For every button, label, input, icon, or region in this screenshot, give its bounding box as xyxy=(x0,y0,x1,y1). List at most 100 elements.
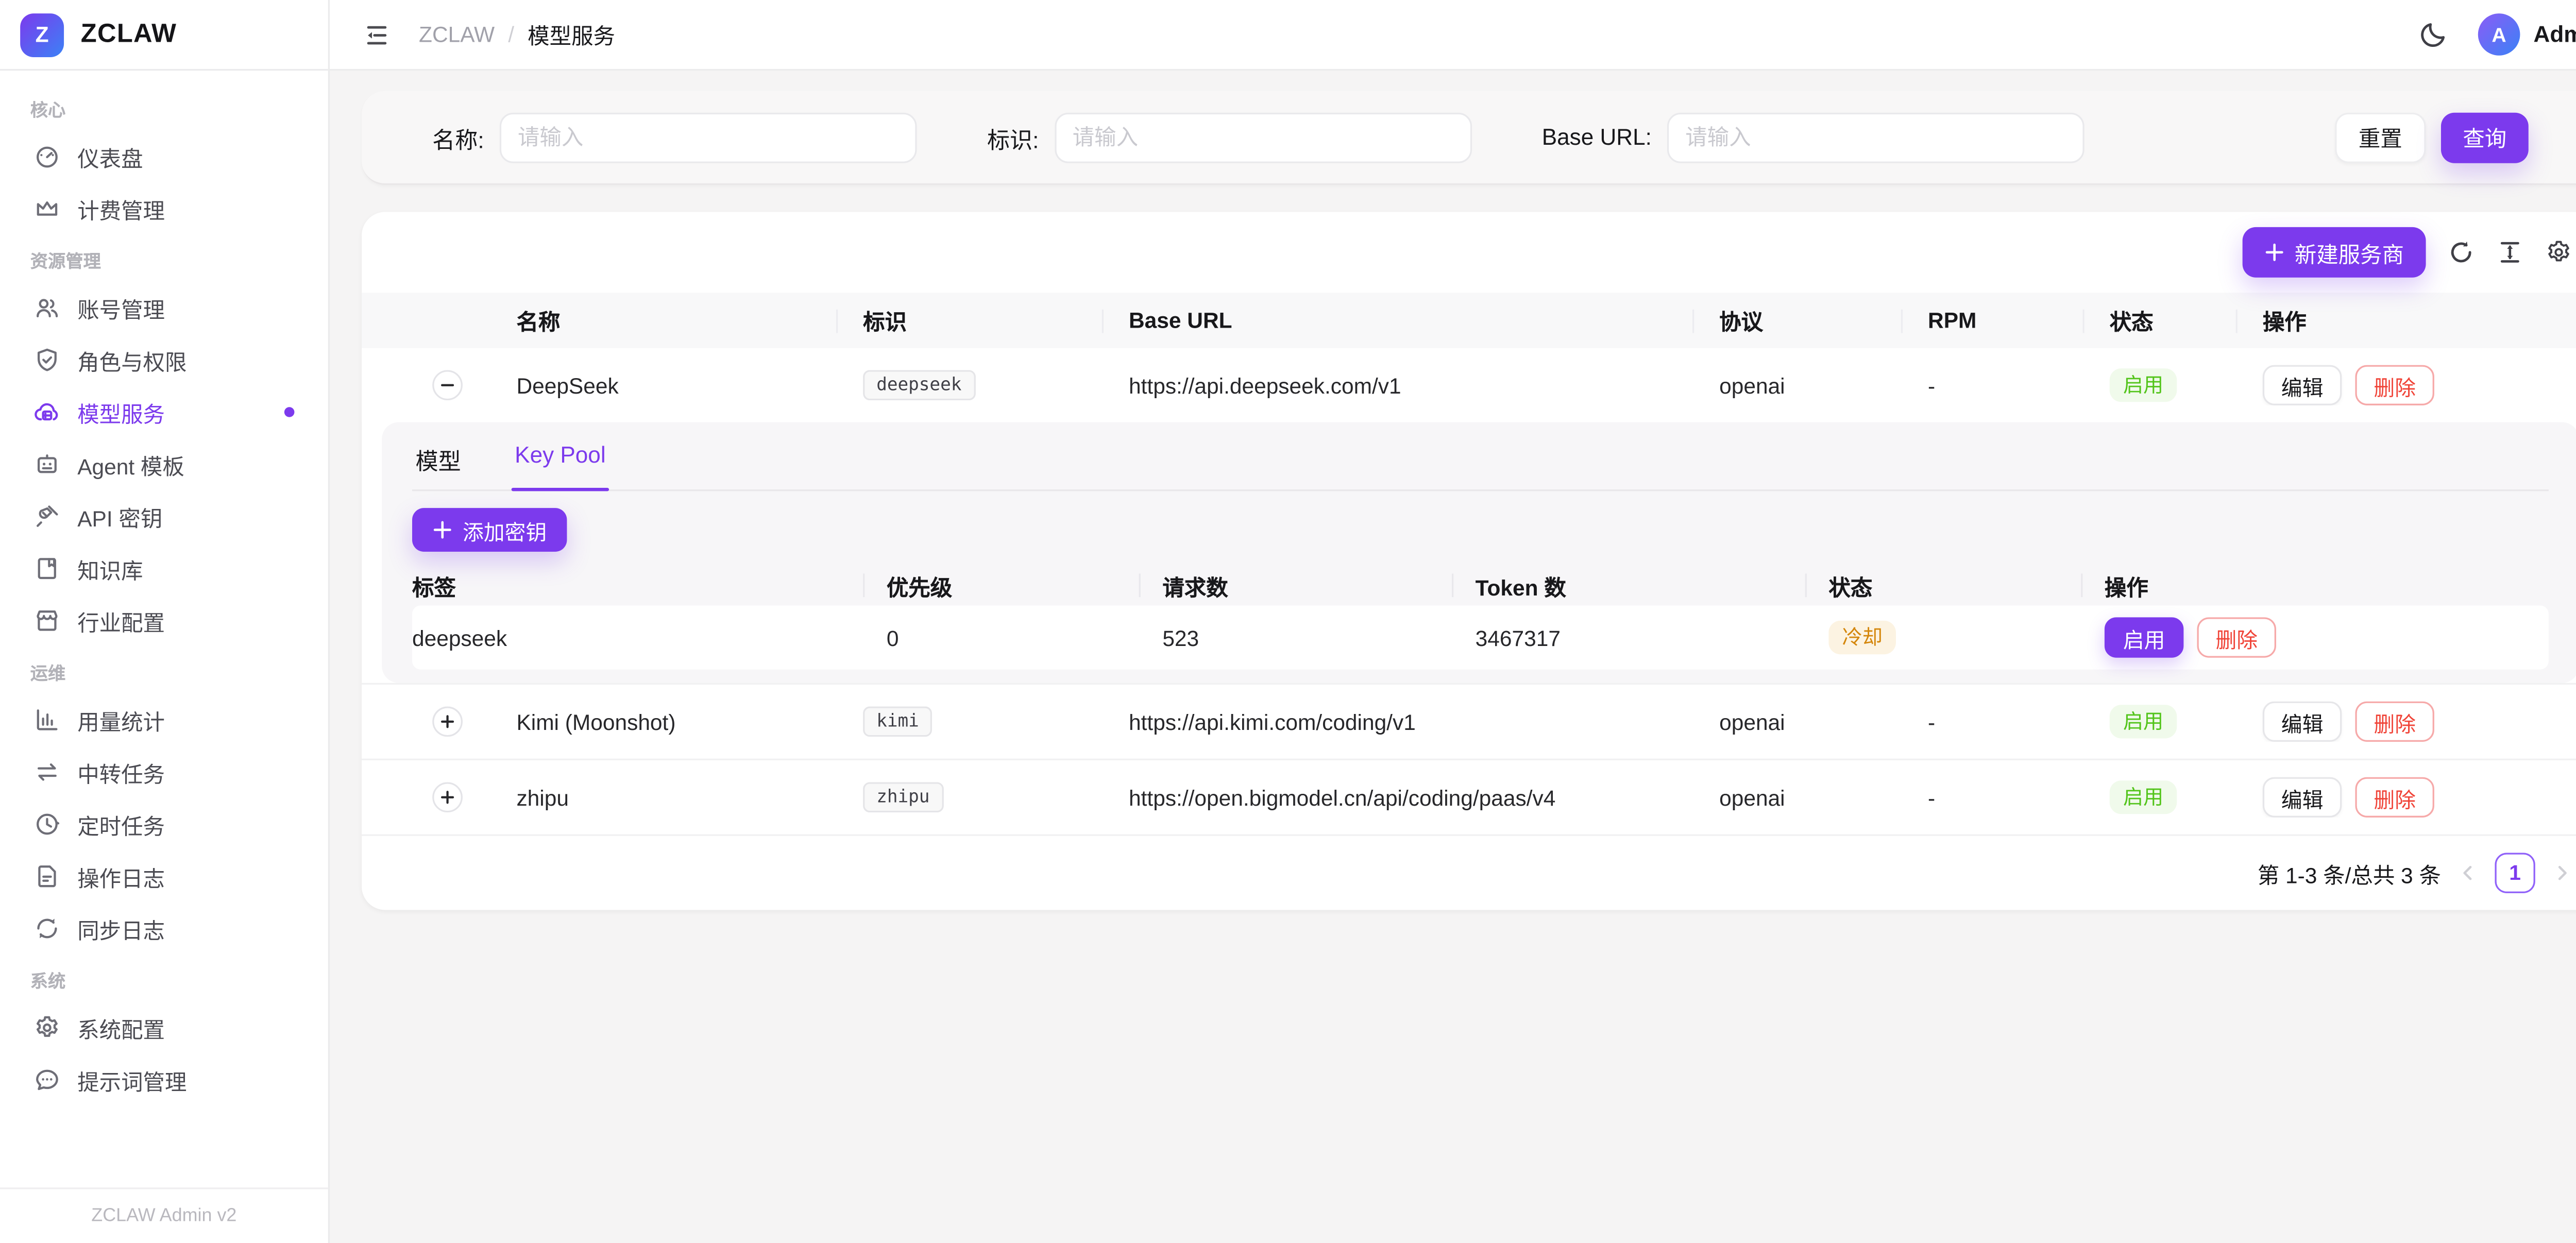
brand-logo: Z xyxy=(20,12,64,56)
refresh-icon[interactable] xyxy=(2448,239,2475,266)
sidebar-item-operation-logs[interactable]: 操作日志 xyxy=(20,851,308,901)
key-table-header: 标签优先级请求数Token 数状态操作 xyxy=(412,565,2549,605)
key-row: deepseek05233467317冷却启用删除 xyxy=(412,606,2549,670)
breadcrumb: ZCLAW / 模型服务 xyxy=(419,19,615,50)
sidebar-item-label: 计费管理 xyxy=(77,193,165,225)
sidebar-item-knowledge-base[interactable]: 知识库 xyxy=(20,543,308,594)
status-badge: 启用 xyxy=(2110,780,2177,814)
reset-button[interactable]: 重置 xyxy=(2335,112,2426,162)
key-header-cell: 状态 xyxy=(1828,569,2105,601)
base-url-input[interactable] xyxy=(1667,112,2084,162)
pagination-summary: 第 1-3 条/总共 3 条 xyxy=(2258,857,2441,889)
sidebar-section-label: 运维 xyxy=(20,648,308,694)
sidebar-section-label: 核心 xyxy=(20,84,308,131)
key-priority-cell: 0 xyxy=(887,625,1163,650)
sidebar-item-accounts[interactable]: 账号管理 xyxy=(20,283,308,333)
notification-dot xyxy=(284,407,295,417)
provider-base-url-cell: https://api.kimi.com/coding/v1 xyxy=(1102,709,1692,734)
delete-key-button[interactable]: 删除 xyxy=(2197,617,2277,657)
sidebar-item-sync-logs[interactable]: 同步日志 xyxy=(20,903,308,953)
enable-key-button[interactable]: 启用 xyxy=(2105,617,2184,657)
header-cell: Base URL xyxy=(1102,308,1692,333)
next-page-icon[interactable] xyxy=(2552,863,2572,883)
expand-row-button[interactable] xyxy=(432,782,463,812)
filter-fields: 名称:标识:Base URL: xyxy=(432,112,2155,162)
expand-cell xyxy=(362,370,489,400)
filter-group-name: 名称: xyxy=(432,112,917,162)
plus-small-icon xyxy=(439,713,456,730)
edit-button[interactable]: 编辑 xyxy=(2263,365,2342,405)
breadcrumb-root[interactable]: ZCLAW xyxy=(419,22,495,47)
name-input[interactable] xyxy=(499,112,917,162)
provider-expanded-panel: 模型 Key Pool 添加密钥标签优先级请求数Token 数状态操作deepsee… xyxy=(382,422,2576,683)
provider-protocol-cell: openai xyxy=(1692,372,1901,398)
sidebar-item-relay-tasks[interactable]: 中转任务 xyxy=(20,747,308,797)
provider-name-cell: DeepSeek xyxy=(489,372,836,398)
sidebar-collapse-icon[interactable] xyxy=(363,21,390,48)
tab-models[interactable]: 模型 xyxy=(412,439,464,489)
new-provider-button[interactable]: 新建服务商 xyxy=(2243,227,2426,278)
swap-icon xyxy=(33,759,60,786)
sidebar-item-label: 模型服务 xyxy=(77,396,165,428)
provider-protocol-cell: openai xyxy=(1692,709,1901,734)
header-cell: 状态 xyxy=(2082,304,2235,336)
provider-row: DeepSeekdeepseekhttps://api.deepseek.com… xyxy=(362,348,2576,422)
delete-button[interactable]: 删除 xyxy=(2355,702,2434,742)
topbar-right: A Admin xyxy=(2419,13,2576,56)
sidebar-item-cron-tasks[interactable]: 定时任务 xyxy=(20,799,308,849)
providers-card: 新建服务商 名称标识Base URL协议RPM状态操作 DeepSeekdeep… xyxy=(362,212,2576,910)
sidebar-item-system-config[interactable]: 系统配置 xyxy=(20,1002,308,1053)
sidebar-item-billing[interactable]: 计费管理 xyxy=(20,183,308,234)
key-header-cell: 操作 xyxy=(2105,569,2549,601)
edit-button[interactable]: 编辑 xyxy=(2263,702,2342,742)
search-button[interactable]: 查询 xyxy=(2441,112,2529,162)
providers-table-body: DeepSeekdeepseekhttps://api.deepseek.com… xyxy=(362,348,2576,835)
provider-base-url-cell: https://open.bigmodel.cn/api/coding/paas… xyxy=(1102,785,1692,810)
sidebar-item-prompt-management[interactable]: 提示词管理 xyxy=(20,1054,308,1105)
sidebar-item-label: 角色与权限 xyxy=(77,344,187,376)
crown-icon xyxy=(33,195,60,222)
gear-icon xyxy=(33,1014,60,1041)
dark-mode-toggle-icon[interactable] xyxy=(2419,20,2448,49)
tag-input[interactable] xyxy=(1054,112,1471,162)
provider-row: Kimi (Moonshot)kimihttps://api.kimi.com/… xyxy=(362,683,2576,759)
sidebar-item-label: Agent 模板 xyxy=(77,448,184,480)
sidebar-item-dashboard[interactable]: 仪表盘 xyxy=(20,131,308,182)
sidebar-item-label: 系统配置 xyxy=(77,1012,165,1044)
sidebar-item-usage-stats[interactable]: 用量统计 xyxy=(20,695,308,745)
breadcrumb-current: 模型服务 xyxy=(528,19,615,50)
provider-tag-chip: kimi xyxy=(863,706,933,737)
app: Z ZCLAW 核心仪表盘计费管理资源管理账号管理角色与权限模型服务Agent … xyxy=(0,0,2576,1243)
sync-icon xyxy=(33,915,60,942)
sidebar-section-label: 资源管理 xyxy=(20,235,308,282)
main: ZCLAW / 模型服务 A Admin 名称:标识:Base URL: 重置 xyxy=(330,0,2576,1243)
expand-row-button[interactable] xyxy=(432,706,463,737)
provider-status-cell: 启用 xyxy=(2082,705,2235,739)
book-icon xyxy=(33,555,60,582)
header-cell: 操作 xyxy=(2236,304,2576,336)
add-key-button[interactable]: 添加密钥 xyxy=(412,508,567,552)
expand-cell xyxy=(362,782,489,812)
minus-icon xyxy=(439,377,456,394)
collapse-row-button[interactable] xyxy=(432,370,463,400)
expanded-tabs: 模型 Key Pool xyxy=(412,439,2549,491)
tab-key-pool[interactable]: Key Pool xyxy=(512,439,609,489)
delete-button[interactable]: 删除 xyxy=(2355,365,2434,405)
delete-button[interactable]: 删除 xyxy=(2355,777,2434,818)
sidebar-item-agent-templates[interactable]: Agent 模板 xyxy=(20,439,308,489)
user-menu[interactable]: A Admin xyxy=(2478,13,2576,56)
table-settings-gear-icon[interactable] xyxy=(2545,239,2572,266)
column-height-icon[interactable] xyxy=(2497,239,2523,266)
sidebar-item-api-keys[interactable]: API 密钥 xyxy=(20,491,308,541)
provider-rpm-cell: - xyxy=(1901,372,2083,398)
file-text-icon xyxy=(33,863,60,890)
sidebar-item-model-services[interactable]: 模型服务 xyxy=(20,387,308,437)
sidebar-item-industry-config[interactable]: 行业配置 xyxy=(20,595,308,646)
sidebar-item-roles[interactable]: 角色与权限 xyxy=(20,335,308,385)
provider-actions-cell: 编辑删除 xyxy=(2236,777,2576,818)
prev-page-icon[interactable] xyxy=(2458,863,2478,883)
provider-name-cell: zhipu xyxy=(489,785,836,810)
brand-title: ZCLAW xyxy=(81,20,177,50)
edit-button[interactable]: 编辑 xyxy=(2263,777,2342,818)
page-number-button[interactable]: 1 xyxy=(2495,853,2535,893)
